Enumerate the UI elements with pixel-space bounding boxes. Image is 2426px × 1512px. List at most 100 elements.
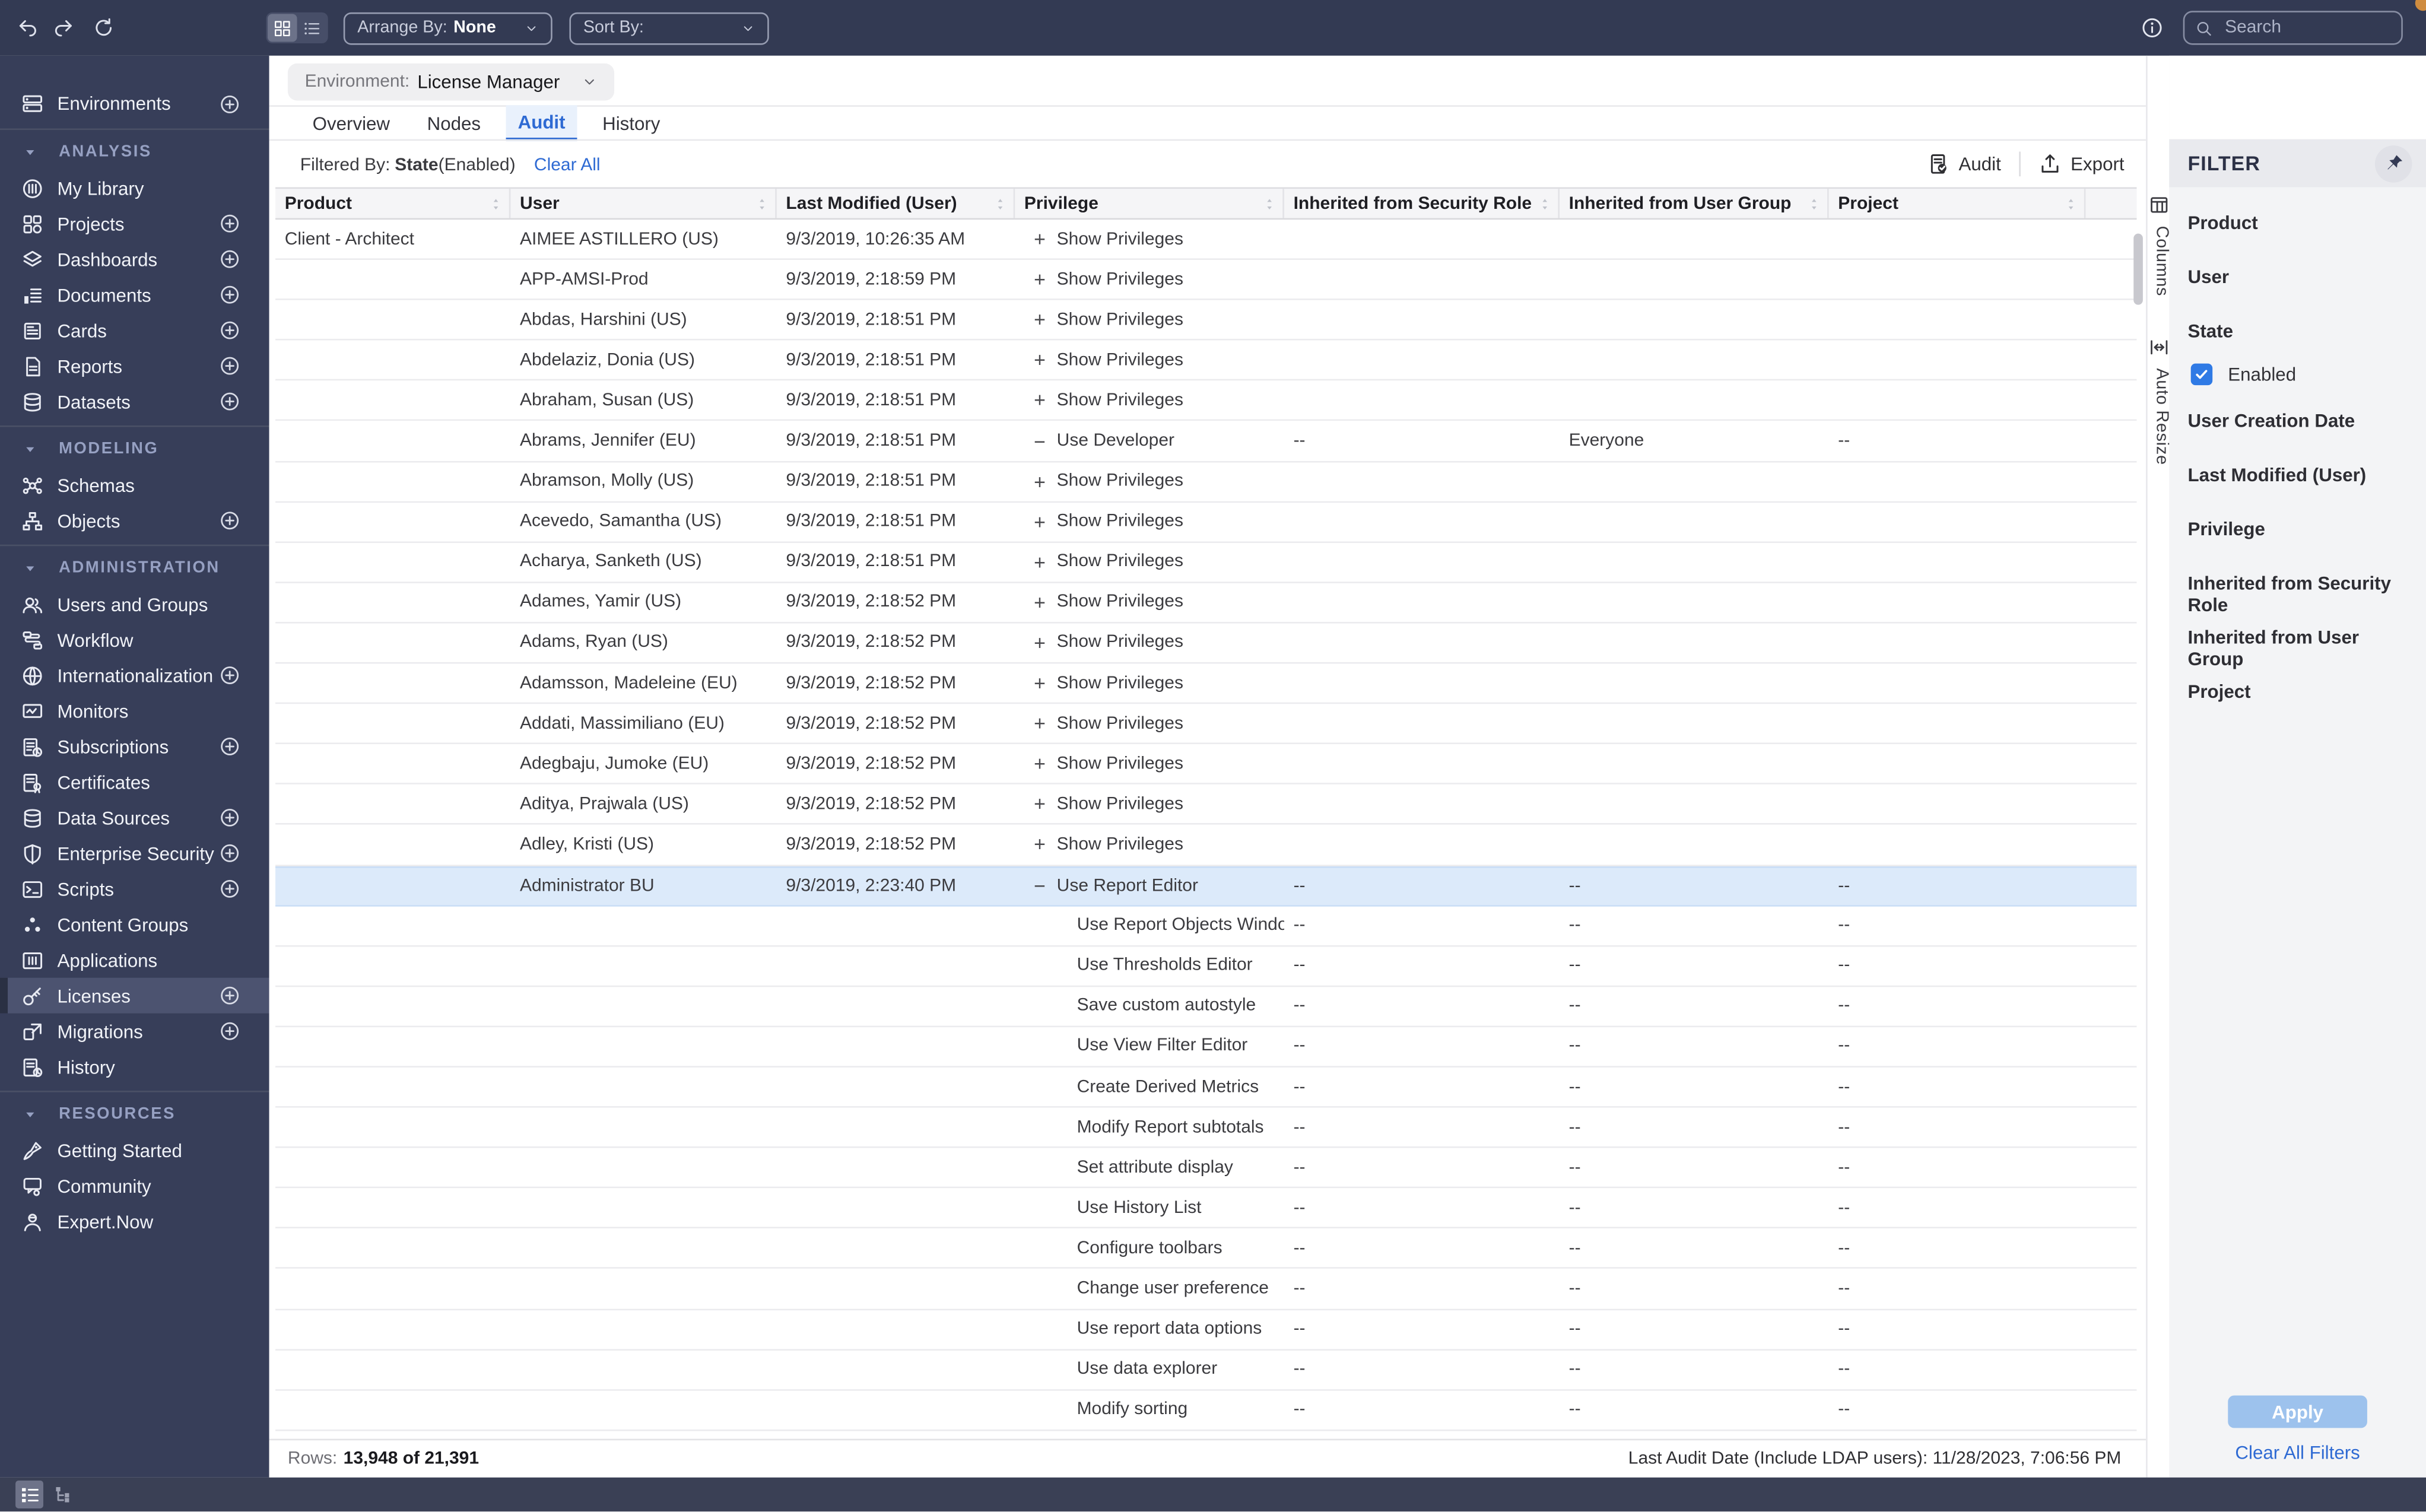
- expand-icon[interactable]: +: [1030, 591, 1049, 614]
- add-data-sources-icon[interactable]: [220, 808, 240, 828]
- scrollbar-thumb[interactable]: [2133, 234, 2143, 305]
- sidebar-item-cards[interactable]: Cards: [0, 313, 269, 348]
- add-dashboards-icon[interactable]: [220, 249, 240, 269]
- table-row[interactable]: Acevedo, Samantha (US)9/3/2019, 2:18:51 …: [275, 502, 2136, 542]
- checkbox-box[interactable]: [2191, 364, 2212, 385]
- sidebar-item-my-library[interactable]: My Library: [0, 170, 269, 206]
- grid-view-button[interactable]: [268, 14, 297, 42]
- sidebar-item-subscriptions[interactable]: Subscriptions: [0, 729, 269, 764]
- columns-icon[interactable]: [2149, 195, 2169, 215]
- sort-arrows-icon[interactable]: [2064, 194, 2078, 212]
- bottom-tree-view-button[interactable]: [49, 1481, 77, 1508]
- expand-icon[interactable]: +: [1030, 833, 1049, 856]
- add-reports-icon[interactable]: [220, 356, 240, 376]
- table-row[interactable]: Aditya, Prajwala (US)9/3/2019, 2:18:52 P…: [275, 785, 2136, 825]
- add-licenses-icon[interactable]: [220, 986, 240, 1006]
- tab-audit[interactable]: Audit: [506, 105, 578, 141]
- sort-arrows-icon[interactable]: [993, 194, 1007, 212]
- sidebar-item-reports[interactable]: Reports: [0, 348, 269, 384]
- sort-arrows-icon[interactable]: [1538, 194, 1551, 212]
- expand-icon[interactable]: +: [1030, 631, 1049, 655]
- add-enterprise-security-icon[interactable]: [220, 843, 240, 863]
- table-row[interactable]: Adames, Yamir (US)9/3/2019, 2:18:52 PM+S…: [275, 583, 2136, 623]
- table-row[interactable]: Adams, Ryan (US)9/3/2019, 2:18:52 PM+Sho…: [275, 624, 2136, 664]
- sidebar-section-modeling[interactable]: MODELING: [0, 433, 269, 464]
- audit-button[interactable]: Audit: [1928, 153, 2001, 174]
- collapse-icon[interactable]: −: [1030, 874, 1049, 897]
- sidebar-item-objects[interactable]: Objects: [0, 503, 269, 538]
- table-row[interactable]: Acharya, Sanketh (US)9/3/2019, 2:18:51 P…: [275, 542, 2136, 583]
- add-internationalization-icon[interactable]: [220, 665, 240, 685]
- collapse-icon[interactable]: −: [1030, 430, 1049, 453]
- auto-resize-icon[interactable]: [2149, 337, 2169, 357]
- table-row[interactable]: Abrams, Jennifer (EU)9/3/2019, 2:18:51 P…: [275, 421, 2136, 462]
- sort-arrows-icon[interactable]: [489, 194, 503, 212]
- sort-arrows-icon[interactable]: [755, 194, 769, 212]
- sidebar-item-projects[interactable]: Projects: [0, 206, 269, 242]
- table-row[interactable]: Change user preference------: [275, 1269, 2136, 1310]
- filter-section-user-creation-date[interactable]: User Creation Date: [2187, 410, 2407, 435]
- arrange-by-dropdown[interactable]: Arrange By: None: [344, 12, 552, 45]
- table-row[interactable]: Administrator BU9/3/2019, 2:23:40 PM−Use…: [275, 866, 2136, 906]
- sidebar-item-workflow[interactable]: Workflow: [0, 622, 269, 657]
- sidebar-section-resources[interactable]: RESOURCES: [0, 1098, 269, 1129]
- sidebar-item-history[interactable]: History: [0, 1049, 269, 1085]
- filter-section-user[interactable]: User: [2187, 266, 2407, 291]
- expand-icon[interactable]: +: [1030, 268, 1049, 291]
- sidebar-item-scripts[interactable]: Scripts: [0, 871, 269, 907]
- filter-section-project[interactable]: Project: [2187, 681, 2407, 706]
- table-row[interactable]: Use History List------: [275, 1189, 2136, 1229]
- column-header-inherited-from-security-role[interactable]: Inherited from Security Role: [1284, 189, 1560, 218]
- table-row[interactable]: Adamsson, Madeleine (EU)9/3/2019, 2:18:5…: [275, 664, 2136, 704]
- sidebar-item-users-and-groups[interactable]: Users and Groups: [0, 586, 269, 622]
- tab-overview[interactable]: Overview: [300, 105, 402, 141]
- table-row[interactable]: Abramson, Molly (US)9/3/2019, 2:18:51 PM…: [275, 462, 2136, 502]
- add-migrations-icon[interactable]: [220, 1021, 240, 1041]
- filter-section-inherited-from-user-group[interactable]: Inherited from User Group: [2187, 627, 2407, 652]
- table-row[interactable]: Create Derived Metrics------: [275, 1068, 2136, 1108]
- sidebar-item-expert-now[interactable]: Expert.Now: [0, 1203, 269, 1239]
- filter-section-inherited-from-security-role[interactable]: Inherited from Security Role: [2187, 573, 2407, 598]
- expand-icon[interactable]: +: [1030, 752, 1049, 776]
- add-objects-icon[interactable]: [220, 510, 240, 531]
- tab-nodes[interactable]: Nodes: [415, 105, 493, 141]
- sidebar-item-applications[interactable]: Applications: [0, 942, 269, 978]
- expand-icon[interactable]: +: [1030, 510, 1049, 533]
- sidebar-item-enterprise-security[interactable]: Enterprise Security: [0, 836, 269, 871]
- search-input[interactable]: [2222, 17, 2383, 39]
- clear-all-link[interactable]: Clear All: [534, 156, 601, 174]
- table-row[interactable]: Abraham, Susan (US)9/3/2019, 2:18:51 PM+…: [275, 381, 2136, 421]
- sidebar-item-dashboards[interactable]: Dashboards: [0, 242, 269, 277]
- column-header-privilege[interactable]: Privilege: [1015, 189, 1284, 218]
- expand-icon[interactable]: +: [1030, 712, 1049, 735]
- column-header-empty[interactable]: [2085, 189, 2136, 218]
- table-row[interactable]: Use data explorer------: [275, 1350, 2136, 1390]
- sidebar-item-monitors[interactable]: Monitors: [0, 693, 269, 729]
- sidebar-item-datasets[interactable]: Datasets: [0, 384, 269, 420]
- sort-by-dropdown[interactable]: Sort By:: [569, 12, 769, 45]
- column-header-last-modified-user[interactable]: Last Modified (User): [777, 189, 1015, 218]
- add-datasets-icon[interactable]: [220, 392, 240, 412]
- table-row[interactable]: Use Report Objects Window------: [275, 906, 2136, 946]
- sidebar-section-analysis[interactable]: ANALYSIS: [0, 136, 269, 167]
- tab-history[interactable]: History: [590, 105, 672, 141]
- expand-icon[interactable]: +: [1030, 227, 1049, 250]
- table-row[interactable]: Abdas, Harshini (US)9/3/2019, 2:18:51 PM…: [275, 300, 2136, 341]
- sort-arrows-icon[interactable]: [1807, 194, 1821, 212]
- refresh-icon[interactable]: [93, 17, 114, 39]
- sidebar-item-community[interactable]: Community: [0, 1168, 269, 1203]
- table-row[interactable]: Configure toolbars------: [275, 1229, 2136, 1269]
- apply-button[interactable]: Apply: [2228, 1396, 2367, 1428]
- table-row[interactable]: Adegbaju, Jumoke (EU)9/3/2019, 2:18:52 P…: [275, 745, 2136, 785]
- table-row[interactable]: Use View Filter Editor------: [275, 1027, 2136, 1068]
- filter-section-state[interactable]: State: [2187, 320, 2407, 345]
- sidebar-item-schemas[interactable]: Schemas: [0, 467, 269, 503]
- expand-icon[interactable]: +: [1030, 308, 1049, 331]
- sidebar-section-administration[interactable]: ADMINISTRATION: [0, 552, 269, 583]
- table-row[interactable]: Use report data options------: [275, 1310, 2136, 1350]
- auto-resize-tab[interactable]: Auto Resize: [2148, 368, 2171, 465]
- add-environments-icon[interactable]: [220, 94, 240, 114]
- table-row[interactable]: Modify Report subtotals------: [275, 1108, 2136, 1148]
- expand-icon[interactable]: +: [1030, 389, 1049, 412]
- bottom-list-view-button[interactable]: [15, 1481, 43, 1508]
